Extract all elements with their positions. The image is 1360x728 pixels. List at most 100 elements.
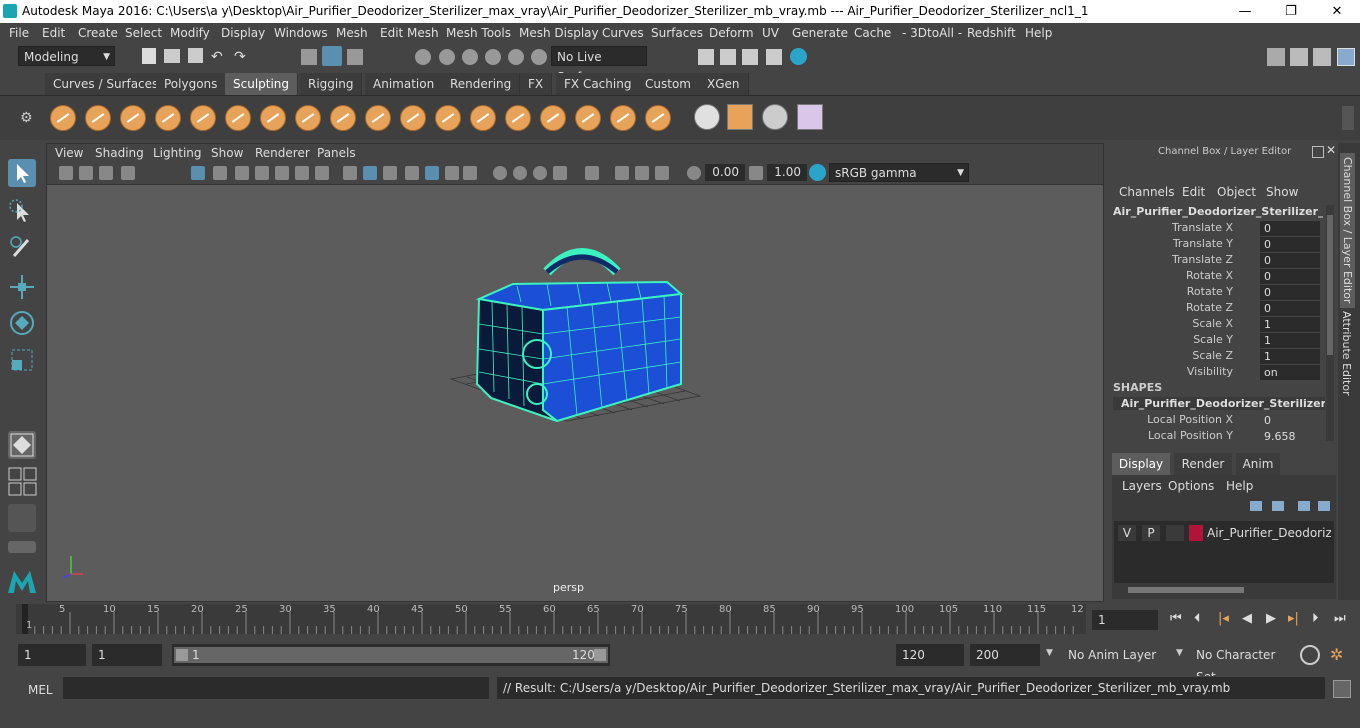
fill-brush-icon[interactable] [470,105,496,131]
range-slider-bar[interactable] [174,647,608,663]
exposure-field[interactable]: 0.00 [705,164,745,181]
ambient-occlusion-icon[interactable] [493,166,507,180]
shelf-tab-rigging[interactable]: Rigging [300,73,363,95]
layer-menu-options[interactable]: Options [1168,479,1214,493]
layer-menu-layers[interactable]: Layers [1122,479,1162,493]
menu-file[interactable]: File [9,26,29,40]
select-component-icon[interactable] [347,49,363,65]
smooth-brush-icon[interactable] [85,105,111,131]
xray-components-icon[interactable] [655,166,669,180]
menu-surfaces[interactable]: Surfaces [651,26,703,40]
viewport-menu-shading[interactable]: Shading [95,146,144,160]
redo-icon[interactable]: ↷ [234,49,246,65]
render-view-icon[interactable] [698,49,714,65]
resolution-gate-icon[interactable] [235,166,249,180]
foamy-brush-icon[interactable] [260,105,286,131]
step-forward-key-icon[interactable]: ⏵ [1312,611,1319,626]
viewport-menu-renderer[interactable]: Renderer [255,146,310,160]
menu-mesh[interactable]: Mesh [336,26,368,40]
spray-brush-icon[interactable] [295,105,321,131]
start-frame-field[interactable]: 1 [18,644,86,666]
chevron-down-icon[interactable]: ▼ [1046,648,1053,658]
isolate-select-icon[interactable] [585,166,599,180]
lasso-tool-icon[interactable] [8,198,36,226]
menu-help[interactable]: Help [1025,26,1052,40]
menu-mesh-tools[interactable]: Mesh Tools [446,26,511,40]
snap-point-icon[interactable] [462,49,478,65]
bookmark-icon[interactable] [99,166,113,180]
smooth-shade-icon[interactable] [363,166,377,180]
viewport-menu-show[interactable]: Show [211,146,243,160]
menu-deform[interactable]: Deform [709,26,754,40]
menu-edit-mesh[interactable]: Edit Mesh [380,26,439,40]
snap-curve-icon[interactable] [439,49,455,65]
tab-channel-box-layer-editor[interactable]: Channel Box / Layer Editor [1340,153,1355,308]
close-panel-icon[interactable]: ✕ [1326,143,1336,157]
layout-icon[interactable] [1290,48,1308,66]
play-backward-icon[interactable]: ◀ [1242,611,1252,626]
channel-local-position-x[interactable]: Local Position X0 [1104,413,1329,429]
select-hierarchy-icon[interactable] [301,49,317,65]
step-back-key-icon[interactable]: ⏴ [1194,611,1201,626]
shelf-tab-curves-surfaces[interactable]: Curves / Surfaces [45,73,168,95]
channel-translate-z[interactable]: Translate Z0 [1104,253,1329,269]
menu-mesh-display[interactable]: Mesh Display [519,26,599,40]
channel-scale-x[interactable]: Scale X1 [1104,317,1329,333]
rotate-tool-icon[interactable] [8,309,36,337]
smear-brush-icon[interactable] [540,105,566,131]
render-settings-icon[interactable] [766,49,782,65]
move-layer-down-icon[interactable] [1272,501,1284,511]
render-frame-icon[interactable] [720,49,736,65]
freeze-brush-icon[interactable] [645,105,671,131]
shadows-icon[interactable] [463,166,477,180]
channel-local-position-y[interactable]: Local Position Y 9.658 [1104,429,1329,445]
anim-layer-dropdown[interactable]: No Anim Layer [1062,644,1162,666]
channel-translate-x[interactable]: Translate X0 [1104,221,1329,237]
exposure-icon[interactable] [687,166,701,180]
bulge-brush-icon[interactable] [575,105,601,131]
image-plane-icon[interactable] [121,166,135,180]
wireframe-on-shaded-icon[interactable] [405,166,419,180]
channel-box-menu-channels[interactable]: Channels [1119,185,1175,199]
xray-icon[interactable] [615,166,629,180]
shelf-tab-fx-caching[interactable]: FX Caching [556,73,641,95]
shelf-tab-xgen[interactable]: XGen [699,73,749,95]
new-scene-icon[interactable] [142,48,156,64]
snap-grid-icon[interactable] [415,49,431,65]
close-button[interactable]: ✕ [1314,0,1360,23]
camera-select-icon[interactable] [59,166,73,180]
shelf-tab-animation[interactable]: Animation [365,73,444,95]
snap-surface-icon[interactable] [508,49,524,65]
move-tool-icon[interactable] [8,273,36,301]
field-chart-icon[interactable] [275,166,289,180]
ipr-render-icon[interactable] [742,49,758,65]
depth-of-field-icon[interactable] [553,166,567,180]
open-scene-icon[interactable] [164,49,180,63]
command-language-label[interactable]: MEL [28,683,53,697]
menu-redshift[interactable]: Redshift [967,26,1016,40]
viewport-menu-panels[interactable]: Panels [317,146,356,160]
shelf-scroll-icon[interactable] [1342,106,1354,130]
range-slider[interactable]: 1 120 [172,644,610,666]
magnet-icon[interactable] [531,49,547,65]
animation-preferences-icon[interactable]: ✲ [1330,645,1350,665]
layer-hscrollbar[interactable] [1116,585,1332,595]
menu-generate[interactable]: Generate [792,26,848,40]
sculpt-settings-icon[interactable] [797,104,823,130]
safe-action-icon[interactable] [295,166,309,180]
move-layer-up-icon[interactable] [1250,501,1262,511]
channel-box-menu-object[interactable]: Object [1217,185,1256,199]
layer-tab-anim[interactable]: Anim [1236,453,1280,475]
layer-playback-toggle[interactable]: P [1142,525,1160,541]
character-set-dropdown[interactable]: No Character Set [1190,644,1292,684]
new-layer-icon[interactable] [1298,501,1310,511]
gamma-field[interactable]: 1.00 [767,164,807,181]
repeat-brush-icon[interactable] [330,105,356,131]
tab-attribute-editor[interactable]: Attribute Editor [1340,311,1353,396]
go-to-start-icon[interactable]: ⏮ [1170,611,1182,626]
select-object-icon[interactable] [322,46,342,66]
mask-icon[interactable] [727,104,753,130]
undo-icon[interactable]: ↶ [211,49,223,65]
grid-toggle-icon[interactable] [191,166,205,180]
outliner-layout-icon[interactable] [8,504,36,532]
